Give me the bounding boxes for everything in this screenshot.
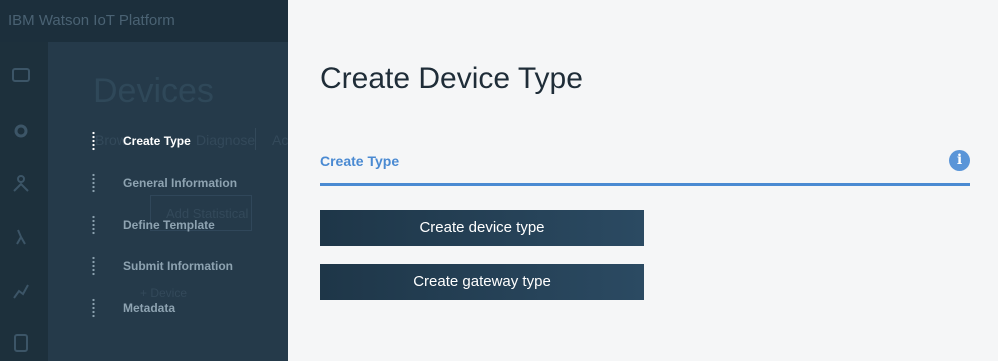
step-indicator-icon — [92, 298, 95, 318]
step-submit-information[interactable]: Submit Information — [92, 254, 233, 278]
step-define-template[interactable]: Define Template — [92, 213, 215, 237]
step-indicator-icon — [92, 131, 95, 151]
background-tab: Diagnose — [196, 132, 256, 148]
app-title: IBM Watson IoT Platform — [8, 12, 175, 29]
create-device-type-button[interactable]: Create device type — [320, 210, 644, 246]
create-device-type-panel: Create Device Type Create Type i Create … — [288, 0, 998, 361]
background-divider — [255, 128, 256, 150]
step-label: General Information — [123, 176, 238, 190]
step-general-information[interactable]: General Information — [92, 171, 237, 195]
step-indicator-icon — [92, 256, 95, 276]
step-create-type[interactable]: Create Type — [92, 129, 191, 153]
step-label: Create Type — [123, 134, 191, 148]
create-gateway-type-button[interactable]: Create gateway type — [320, 264, 644, 300]
step-label: Submit Information — [123, 259, 233, 273]
panel-title: Create Device Type — [320, 62, 583, 95]
document-icon — [12, 334, 30, 352]
step-label: Define Template — [123, 218, 215, 232]
members-icon — [12, 174, 30, 192]
dashboard-icon — [12, 68, 30, 84]
background-tab: Ac — [272, 132, 289, 148]
gear-icon — [12, 122, 30, 138]
section-header: Create Type i — [320, 150, 970, 186]
step-indicator-icon — [92, 173, 95, 193]
rules-icon — [12, 228, 30, 245]
info-icon[interactable]: i — [949, 150, 970, 171]
step-label: Metadata — [123, 301, 176, 315]
background-page-title: Devices — [93, 72, 214, 110]
left-nav — [0, 42, 48, 361]
analytics-icon — [12, 282, 30, 299]
section-title: Create Type — [320, 153, 400, 169]
step-metadata[interactable]: Metadata — [92, 296, 175, 320]
step-indicator-icon — [92, 215, 95, 235]
